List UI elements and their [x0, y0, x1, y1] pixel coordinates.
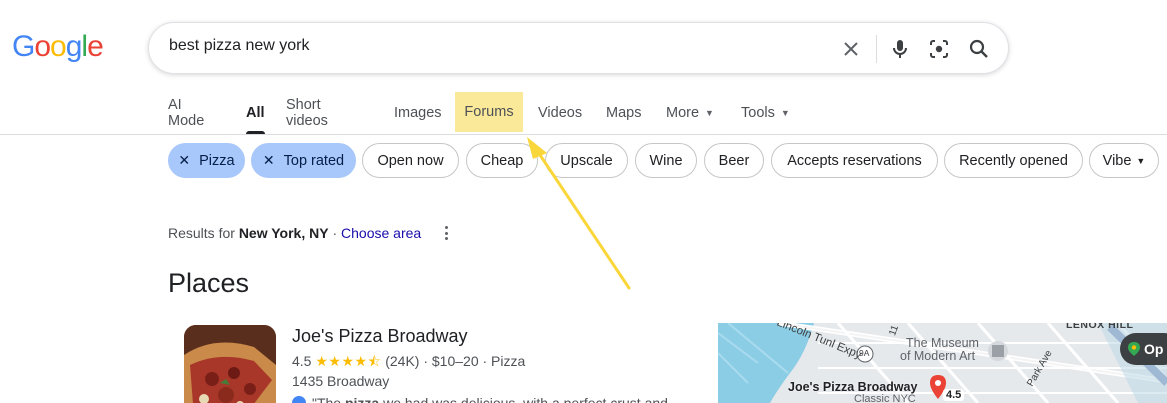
- chip-label: Open now: [377, 152, 444, 169]
- place-address: 1435 Broadway: [292, 373, 390, 389]
- search-input[interactable]: [169, 37, 809, 55]
- map-label: 9A: [859, 348, 870, 358]
- close-icon[interactable]: [837, 35, 865, 63]
- map-label: of Modern Art: [900, 349, 976, 363]
- chip-label: Recently opened: [959, 152, 1068, 169]
- map-label: The Museum: [906, 336, 979, 350]
- location-separator: ·: [328, 225, 342, 241]
- places-heading: Places: [168, 268, 250, 298]
- chip-open-now[interactable]: Open now: [362, 143, 459, 178]
- tab-videos[interactable]: Videos: [538, 92, 582, 134]
- logo-letter: o: [50, 30, 67, 63]
- chip-cheap[interactable]: Cheap: [466, 143, 538, 178]
- tab-more[interactable]: More ▼: [666, 92, 714, 134]
- map-label: Classic NYC: [854, 393, 916, 403]
- tab-label: AI Mode: [168, 97, 205, 129]
- chip-label: Wine: [649, 152, 683, 169]
- tab-label: All: [246, 105, 265, 121]
- logo-letter: g: [65, 30, 83, 63]
- tab-label: More: [666, 105, 700, 121]
- close-icon[interactable]: ✕: [263, 152, 275, 169]
- tab-label: Forums: [464, 104, 514, 120]
- search-box: [148, 22, 1009, 74]
- tab-images[interactable]: Images: [394, 92, 442, 134]
- star-rating-icon: ★★★★⯪: [315, 353, 382, 369]
- review-text: we had was delicious, with a perfect cru…: [379, 395, 668, 403]
- open-map-button[interactable]: Op: [1120, 333, 1167, 365]
- chip-label: Accepts reservations: [787, 152, 922, 169]
- place-meta: 4.5 ★★★★⯪ (24K) · $10–20 · Pizza: [292, 351, 525, 375]
- open-map-label: Op: [1144, 341, 1164, 357]
- chevron-down-icon: ▼: [705, 108, 714, 118]
- place-review-snippet: "The pizza we had was delicious, with a …: [292, 395, 668, 403]
- chip-vibe[interactable]: Vibe ▼: [1089, 143, 1159, 178]
- review-highlight: pizza: [344, 395, 380, 403]
- tab-label: Short videos: [286, 97, 328, 129]
- tab-all[interactable]: All: [246, 92, 265, 134]
- chip-label: Cheap: [480, 152, 524, 169]
- review-text: "The: [312, 395, 345, 403]
- map-pin-icon: [1128, 342, 1140, 356]
- logo-letter: e: [87, 30, 104, 63]
- chip-pizza[interactable]: ✕ Pizza: [168, 143, 245, 178]
- tab-label: Images: [394, 105, 442, 121]
- tab-forums[interactable]: Forums: [455, 92, 523, 132]
- location-line: Results for New York, NY · Choose area: [168, 225, 421, 241]
- chip-recently-opened[interactable]: Recently opened: [944, 143, 1083, 178]
- place-name[interactable]: Joe's Pizza Broadway: [292, 326, 468, 347]
- close-icon[interactable]: ✕: [178, 152, 190, 169]
- tab-ai-mode[interactable]: AI Mode: [168, 92, 204, 134]
- chip-top-rated[interactable]: ✕ Top rated: [251, 143, 356, 178]
- logo-letter: G: [12, 30, 35, 63]
- location-place: New York, NY: [238, 225, 329, 241]
- map-label: LENOX HILL: [1066, 323, 1134, 331]
- chip-label: Beer: [718, 152, 750, 169]
- tab-label: Tools: [741, 105, 775, 121]
- chip-beer[interactable]: Beer: [704, 143, 764, 178]
- tabs-divider: [0, 134, 1167, 135]
- chip-label: Upscale: [560, 152, 613, 169]
- chip-upscale[interactable]: Upscale: [545, 143, 628, 178]
- place-photo[interactable]: [184, 325, 276, 403]
- tab-label: Maps: [606, 105, 642, 121]
- search-icon[interactable]: [965, 35, 993, 63]
- logo-letter: o: [34, 30, 51, 63]
- chevron-down-icon: ▼: [1136, 155, 1146, 166]
- chip-label: Pizza: [199, 152, 235, 169]
- tab-tools[interactable]: Tools ▼: [741, 92, 790, 134]
- search-divider: [876, 35, 877, 63]
- chip-wine[interactable]: Wine: [635, 143, 697, 178]
- google-logo[interactable]: Google: [12, 30, 104, 64]
- location-prefix: Results for: [168, 225, 239, 241]
- tab-short-videos[interactable]: Short videos: [286, 92, 328, 134]
- choose-area-link[interactable]: Choose area: [341, 225, 421, 241]
- reviewer-avatar-icon: [292, 396, 306, 403]
- lens-icon[interactable]: [925, 35, 953, 63]
- more-options-icon[interactable]: [438, 224, 454, 242]
- map-pin-rating: 4.5: [943, 389, 965, 401]
- map-pin-label[interactable]: Joe's Pizza Broadway: [788, 380, 917, 394]
- rating-value: 4.5: [292, 353, 312, 369]
- review-count: (24K) · $10–20 · Pizza: [385, 353, 526, 369]
- chip-accepts-reservations[interactable]: Accepts reservations: [771, 143, 938, 178]
- mic-icon[interactable]: [886, 35, 914, 63]
- chip-label: Top rated: [283, 152, 345, 169]
- tab-label: Videos: [538, 105, 583, 121]
- places-map[interactable]: Lincoln Tunl Expy LENOX HILL The Museum …: [718, 323, 1167, 403]
- chevron-down-icon: ▼: [780, 108, 790, 118]
- chip-label: Vibe: [1102, 152, 1132, 169]
- tab-maps[interactable]: Maps: [606, 92, 641, 134]
